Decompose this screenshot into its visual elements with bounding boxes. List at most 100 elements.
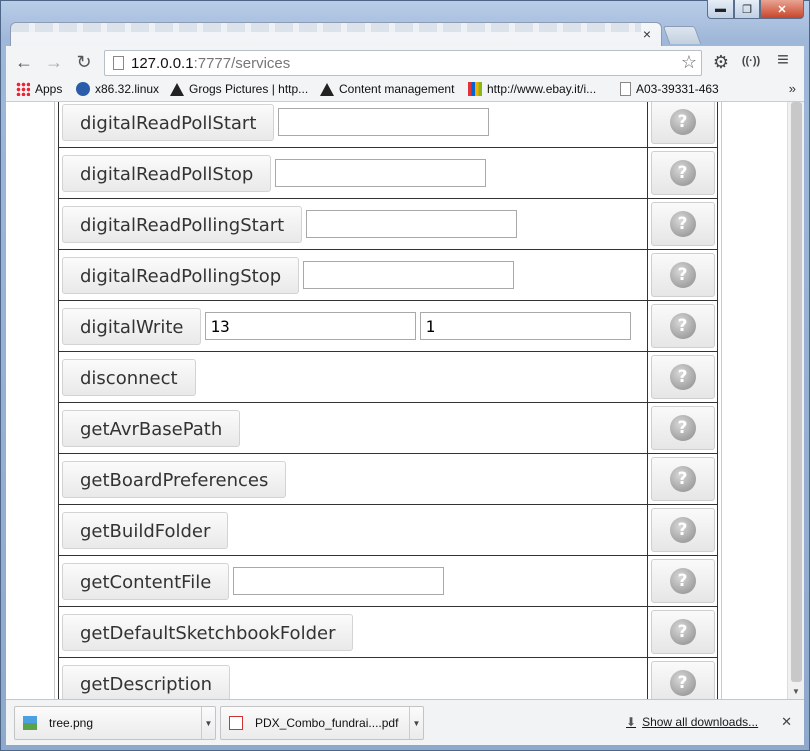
help-button[interactable]: ? (650, 304, 715, 348)
services-table: digitalReadPollStart? digitalReadPollStop… (58, 102, 718, 699)
show-all-downloads-link[interactable]: ⬇ Show all downloads... (626, 715, 758, 729)
service-row: getBoardPreferences? (58, 453, 718, 505)
service-button[interactable]: digitalReadPollStart (62, 103, 275, 141)
bookmark-x86-linux[interactable]: x86.32.linux (76, 82, 159, 96)
service-row: getDefaultSketchbookFolder? (58, 606, 718, 658)
maximize-button[interactable]: ❐ (734, 0, 760, 19)
service-cell: getDefaultSketchbookFolder (58, 606, 648, 658)
service-arg-input[interactable] (205, 312, 417, 340)
settings-gear-icon[interactable]: ⚙ (710, 52, 732, 73)
address-bar[interactable]: 127.0.0.1:7777/services ☆ (104, 50, 702, 76)
question-mark-icon: ? (669, 517, 696, 543)
service-cell: getBuildFolder (58, 504, 648, 556)
service-row: digitalWrite? (58, 300, 718, 352)
help-cell: ? (647, 147, 718, 199)
help-button[interactable]: ? (650, 457, 715, 501)
menu-icon[interactable]: ≡ (772, 49, 794, 72)
help-cell: ? (647, 657, 718, 699)
help-cell: ? (647, 606, 718, 658)
help-cell: ? (647, 555, 718, 607)
cast-icon[interactable]: ((·)) (740, 55, 762, 67)
browser-toolbar: ← → ↻ 127.0.0.1:7777/services ☆ ⚙ ((·)) … (6, 46, 804, 78)
help-button[interactable]: ? (650, 202, 715, 246)
reload-icon[interactable]: ↻ (72, 51, 96, 73)
question-mark-icon: ? (669, 262, 696, 288)
service-button[interactable]: digitalReadPollingStop (62, 256, 300, 294)
help-cell: ? (647, 300, 718, 352)
bookmark-a03[interactable]: A03-39331-463 (620, 82, 719, 96)
help-button[interactable]: ? (650, 102, 715, 144)
help-button[interactable]: ? (650, 559, 715, 603)
page-icon (620, 82, 631, 96)
help-cell: ? (647, 198, 718, 250)
bookmarks-overflow-icon[interactable]: » (789, 81, 796, 96)
bookmark-icon (320, 82, 334, 96)
service-button[interactable]: getBoardPreferences (62, 460, 287, 498)
service-cell: getAvrBasePath (58, 402, 648, 454)
download-arrow-icon: ⬇ (626, 715, 637, 729)
new-tab-button[interactable] (662, 26, 702, 44)
service-arg-input[interactable] (420, 312, 632, 340)
bookmark-grogs-pictures[interactable]: Grogs Pictures | http... (170, 82, 308, 96)
question-mark-icon: ? (669, 670, 696, 696)
service-button[interactable]: getAvrBasePath (62, 409, 241, 447)
help-button[interactable]: ? (650, 253, 715, 297)
address-text[interactable]: 127.0.0.1:7777/services (131, 55, 290, 72)
bookmark-content-management[interactable]: Content management (320, 82, 454, 96)
help-button[interactable]: ? (650, 406, 715, 450)
service-cell: digitalReadPollStop (58, 147, 648, 199)
help-button[interactable]: ? (650, 610, 715, 654)
tab-close-icon[interactable]: × (639, 26, 655, 42)
help-button[interactable]: ? (650, 355, 715, 399)
help-button[interactable]: ? (650, 508, 715, 552)
download-menu-caret-icon[interactable]: ▼ (409, 707, 423, 739)
service-button[interactable]: getDefaultSketchbookFolder (62, 613, 354, 651)
tab-strip: × (6, 20, 804, 46)
bookmark-star-icon[interactable]: ☆ (681, 52, 697, 73)
question-mark-icon: ? (669, 109, 696, 135)
forward-icon[interactable]: → (42, 51, 66, 73)
service-cell: getContentFile (58, 555, 648, 607)
question-mark-icon: ? (669, 364, 696, 390)
service-button[interactable]: digitalReadPollingStart (62, 205, 303, 243)
service-arg-input[interactable] (233, 567, 445, 595)
service-row: digitalReadPollingStart? (58, 198, 718, 250)
service-arg-input[interactable] (275, 159, 487, 187)
service-button[interactable]: getDescription (62, 664, 231, 699)
close-window-button[interactable]: ✕ (760, 0, 804, 19)
question-mark-icon: ? (669, 313, 696, 339)
service-button[interactable]: getBuildFolder (62, 511, 229, 549)
service-cell: disconnect (58, 351, 648, 403)
service-button[interactable]: digitalWrite (62, 307, 202, 345)
tab-background (11, 23, 641, 32)
bookmark-icon (76, 82, 90, 96)
bookmark-ebay[interactable]: http://www.ebay.it/i... (468, 82, 596, 96)
help-button[interactable]: ? (650, 151, 715, 195)
scroll-down-icon[interactable]: ▼ (792, 687, 800, 696)
service-button[interactable]: disconnect (62, 358, 196, 396)
close-shelf-icon[interactable]: ✕ (781, 714, 792, 730)
back-icon[interactable]: ← (12, 51, 36, 73)
service-button[interactable]: getContentFile (62, 562, 230, 600)
download-item-tree[interactable]: tree.png ▼ (14, 706, 216, 740)
bookmark-apps[interactable]: Apps (16, 82, 62, 96)
scrollbar-thumb[interactable] (791, 102, 802, 682)
service-button[interactable]: digitalReadPollStop (62, 154, 272, 192)
image-file-icon (23, 716, 37, 730)
download-menu-caret-icon[interactable]: ▼ (201, 707, 215, 739)
minimize-button[interactable]: ▬ (707, 0, 734, 19)
vertical-scrollbar[interactable]: ▼ (787, 102, 804, 699)
help-button[interactable]: ? (650, 661, 715, 699)
service-arg-input[interactable] (278, 108, 490, 136)
service-row: getAvrBasePath? (58, 402, 718, 454)
question-mark-icon: ? (669, 466, 696, 492)
page-icon (113, 56, 124, 70)
apps-grid-icon (16, 82, 30, 96)
help-cell: ? (647, 249, 718, 301)
service-arg-input[interactable] (306, 210, 518, 238)
tab-services[interactable]: × (10, 22, 662, 46)
download-item-pdf[interactable]: PDX_Combo_fundrai....pdf ▼ (220, 706, 424, 740)
help-cell: ? (647, 504, 718, 556)
help-cell: ? (647, 351, 718, 403)
service-arg-input[interactable] (303, 261, 515, 289)
